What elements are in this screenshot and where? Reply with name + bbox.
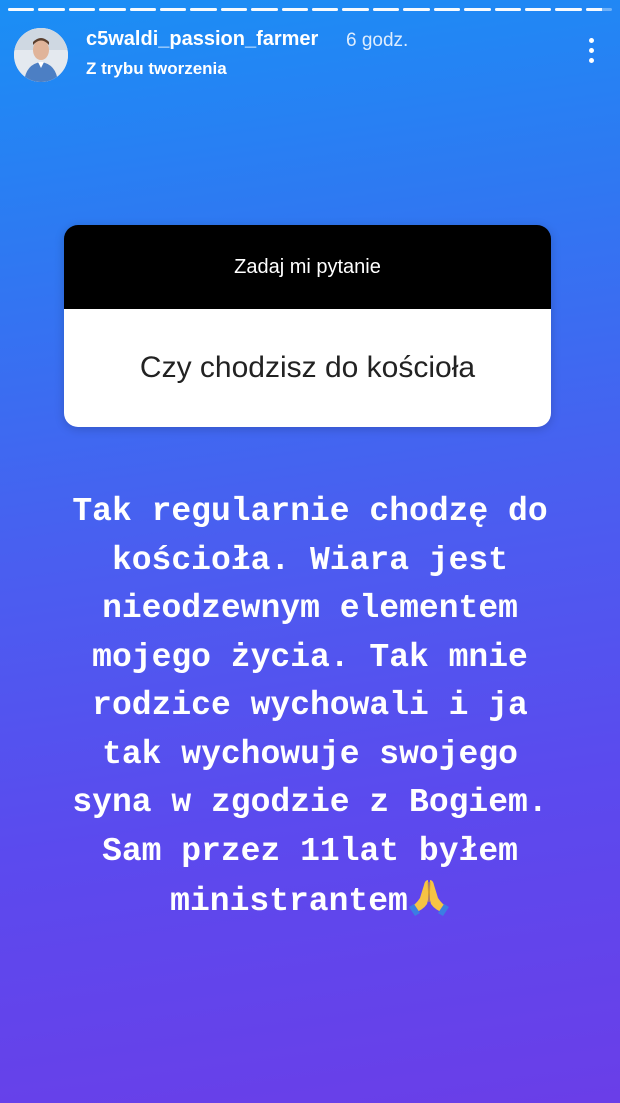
progress-segment-fill — [160, 8, 187, 11]
answer-last-line: ministrantem — [20, 876, 600, 927]
story-header: c5waldi_passion_farmer 6 godz. Z trybu t… — [14, 24, 606, 86]
progress-segment-fill — [220, 8, 248, 11]
profile-photo-icon — [14, 28, 68, 82]
answer-line: nieodzewnym elementem — [102, 590, 518, 627]
answer-line: Tak regularnie chodzę do — [72, 493, 548, 530]
answer-line: syna w zgodzie z Bogiem. — [72, 784, 548, 821]
question-sticker: Zadaj mi pytanie Czy chodzisz do kościoł… — [64, 225, 551, 427]
folded-hands-icon — [408, 880, 449, 916]
progress-segment — [433, 8, 461, 11]
progress-segment-fill — [342, 8, 369, 11]
progress-segment — [524, 8, 552, 11]
progress-segment-fill — [585, 8, 602, 11]
progress-segment — [38, 8, 65, 11]
progress-segment-fill — [555, 8, 582, 11]
progress-segment — [342, 8, 369, 11]
story-source-label[interactable]: Z trybu tworzenia — [86, 59, 227, 79]
progress-segment-fill — [372, 8, 400, 11]
story-progress-bar — [8, 8, 613, 11]
progress-segment — [464, 8, 491, 11]
progress-segment — [129, 8, 157, 11]
story-view[interactable]: c5waldi_passion_farmer 6 godz. Z trybu t… — [0, 0, 620, 1103]
answer-line: tak wychowuje swojego — [102, 735, 518, 773]
progress-segment — [99, 8, 126, 11]
answer-line: ministrantem — [170, 883, 408, 920]
progress-segment-fill — [524, 8, 552, 11]
more-vertical-icon[interactable] — [586, 38, 596, 68]
username[interactable]: c5waldi_passion_farmer — [86, 28, 318, 51]
progress-segment — [555, 8, 582, 11]
answer-line: rodzice wychowali i ja — [92, 687, 528, 724]
progress-segment — [220, 8, 248, 11]
progress-segment-fill — [68, 8, 96, 11]
progress-segment — [372, 8, 400, 11]
progress-segment-fill — [38, 8, 65, 11]
progress-segment — [68, 8, 96, 11]
post-time: 6 godz. — [346, 30, 409, 51]
progress-segment — [494, 8, 521, 11]
progress-segment — [403, 8, 430, 11]
progress-segment-fill — [8, 8, 35, 11]
progress-segment-fill — [99, 8, 126, 11]
progress-segment-fill — [281, 8, 309, 11]
progress-segment — [190, 8, 217, 11]
question-text: Czy chodzisz do kościoła — [64, 309, 551, 427]
progress-segment — [585, 8, 613, 11]
progress-segment — [160, 8, 187, 11]
answer-line: kościoła. Wiara jest — [111, 541, 509, 579]
answer-line: mojego życia. Tak mnie — [92, 638, 528, 676]
progress-segment-fill — [433, 8, 461, 11]
progress-segment — [312, 8, 339, 11]
progress-segment — [8, 8, 35, 11]
progress-segment-fill — [403, 8, 430, 11]
progress-segment-fill — [494, 8, 521, 11]
answer-line: Sam przez 11lat byłem — [102, 832, 518, 870]
progress-segment-fill — [129, 8, 157, 11]
avatar[interactable] — [14, 28, 68, 82]
progress-segment — [281, 8, 309, 11]
progress-segment-fill — [312, 8, 339, 11]
progress-segment-fill — [464, 8, 491, 11]
progress-segment-fill — [251, 8, 278, 11]
progress-segment-fill — [190, 8, 217, 11]
progress-segment — [251, 8, 278, 11]
answer-text: Tak regularnie chodzę do kościoła. Wiara… — [20, 488, 600, 927]
question-sticker-title: Zadaj mi pytanie — [64, 225, 551, 309]
